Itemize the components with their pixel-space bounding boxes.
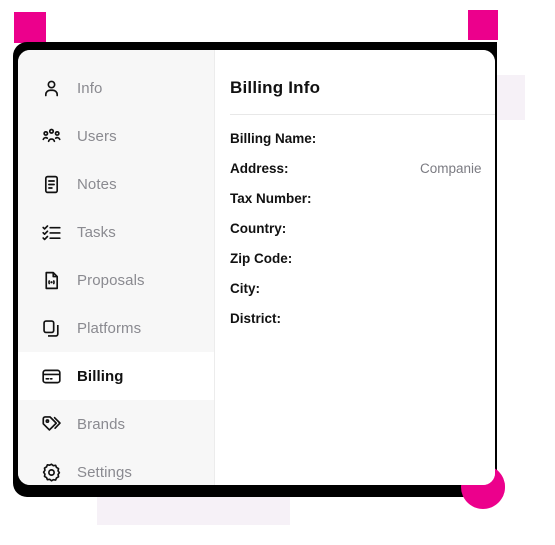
proposal-doc-icon	[40, 269, 62, 291]
field-label: Billing Name:	[230, 131, 317, 146]
field-row-district: District:	[230, 311, 495, 341]
field-row-city: City:	[230, 281, 495, 311]
sidebar-item-label: Settings	[77, 463, 132, 481]
sidebar-item-label: Billing	[77, 367, 124, 385]
decorative-pink-square-top-right	[468, 10, 498, 40]
billing-info-panel: Billing Info Billing Name: Address: Comp…	[215, 50, 495, 485]
field-row-country: Country:	[230, 221, 495, 251]
field-row-zip-code: Zip Code:	[230, 251, 495, 281]
gear-icon	[40, 461, 62, 483]
field-label: City:	[230, 281, 260, 296]
credit-card-icon	[40, 365, 62, 387]
sidebar-item-tasks[interactable]: Tasks	[18, 208, 214, 256]
checklist-icon	[40, 221, 62, 243]
field-label: Address:	[230, 161, 289, 176]
page-title: Billing Info	[230, 78, 321, 97]
tags-icon	[40, 413, 62, 435]
sidebar-item-proposals[interactable]: Proposals	[18, 256, 214, 304]
users-group-icon	[40, 125, 62, 147]
sidebar-item-label: Brands	[77, 415, 126, 433]
person-icon	[40, 77, 62, 99]
field-row-address: Address: Companie	[230, 161, 495, 191]
decorative-lavender-right	[497, 75, 525, 120]
billing-fields-list: Billing Name: Address: Companie Tax Numb…	[230, 131, 495, 341]
field-row-tax-number: Tax Number:	[230, 191, 495, 221]
sidebar-item-label: Info	[77, 79, 103, 97]
sidebar-item-label: Notes	[77, 175, 117, 193]
field-label: Zip Code:	[230, 251, 293, 266]
sidebar-item-info[interactable]: Info	[18, 64, 214, 112]
sidebar-item-settings[interactable]: Settings	[18, 448, 214, 485]
title-divider	[230, 114, 495, 115]
notes-icon	[40, 173, 62, 195]
layers-copy-icon	[40, 317, 62, 339]
field-row-billing-name: Billing Name:	[230, 131, 495, 161]
sidebar-item-notes[interactable]: Notes	[18, 160, 214, 208]
sidebar-item-label: Users	[77, 127, 117, 145]
sidebar-navigation: Info Users Notes Tasks Proposals Platfor…	[18, 50, 215, 485]
sidebar-item-label: Platforms	[77, 319, 142, 337]
field-label: Tax Number:	[230, 191, 312, 206]
sidebar-item-label: Proposals	[77, 271, 145, 289]
sidebar-item-label: Tasks	[77, 223, 116, 241]
app-card: Info Users Notes Tasks Proposals Platfor…	[18, 50, 495, 485]
field-value: Companie	[420, 161, 482, 176]
screenshot-stage: Info Users Notes Tasks Proposals Platfor…	[0, 0, 555, 545]
decorative-lavender-bottom	[97, 495, 290, 525]
sidebar-item-users[interactable]: Users	[18, 112, 214, 160]
field-label: District:	[230, 311, 282, 326]
sidebar-item-platforms[interactable]: Platforms	[18, 304, 214, 352]
sidebar-item-billing[interactable]: Billing	[18, 352, 214, 400]
sidebar-item-brands[interactable]: Brands	[18, 400, 214, 448]
decorative-pink-square-top-left	[14, 12, 46, 43]
field-label: Country:	[230, 221, 287, 236]
